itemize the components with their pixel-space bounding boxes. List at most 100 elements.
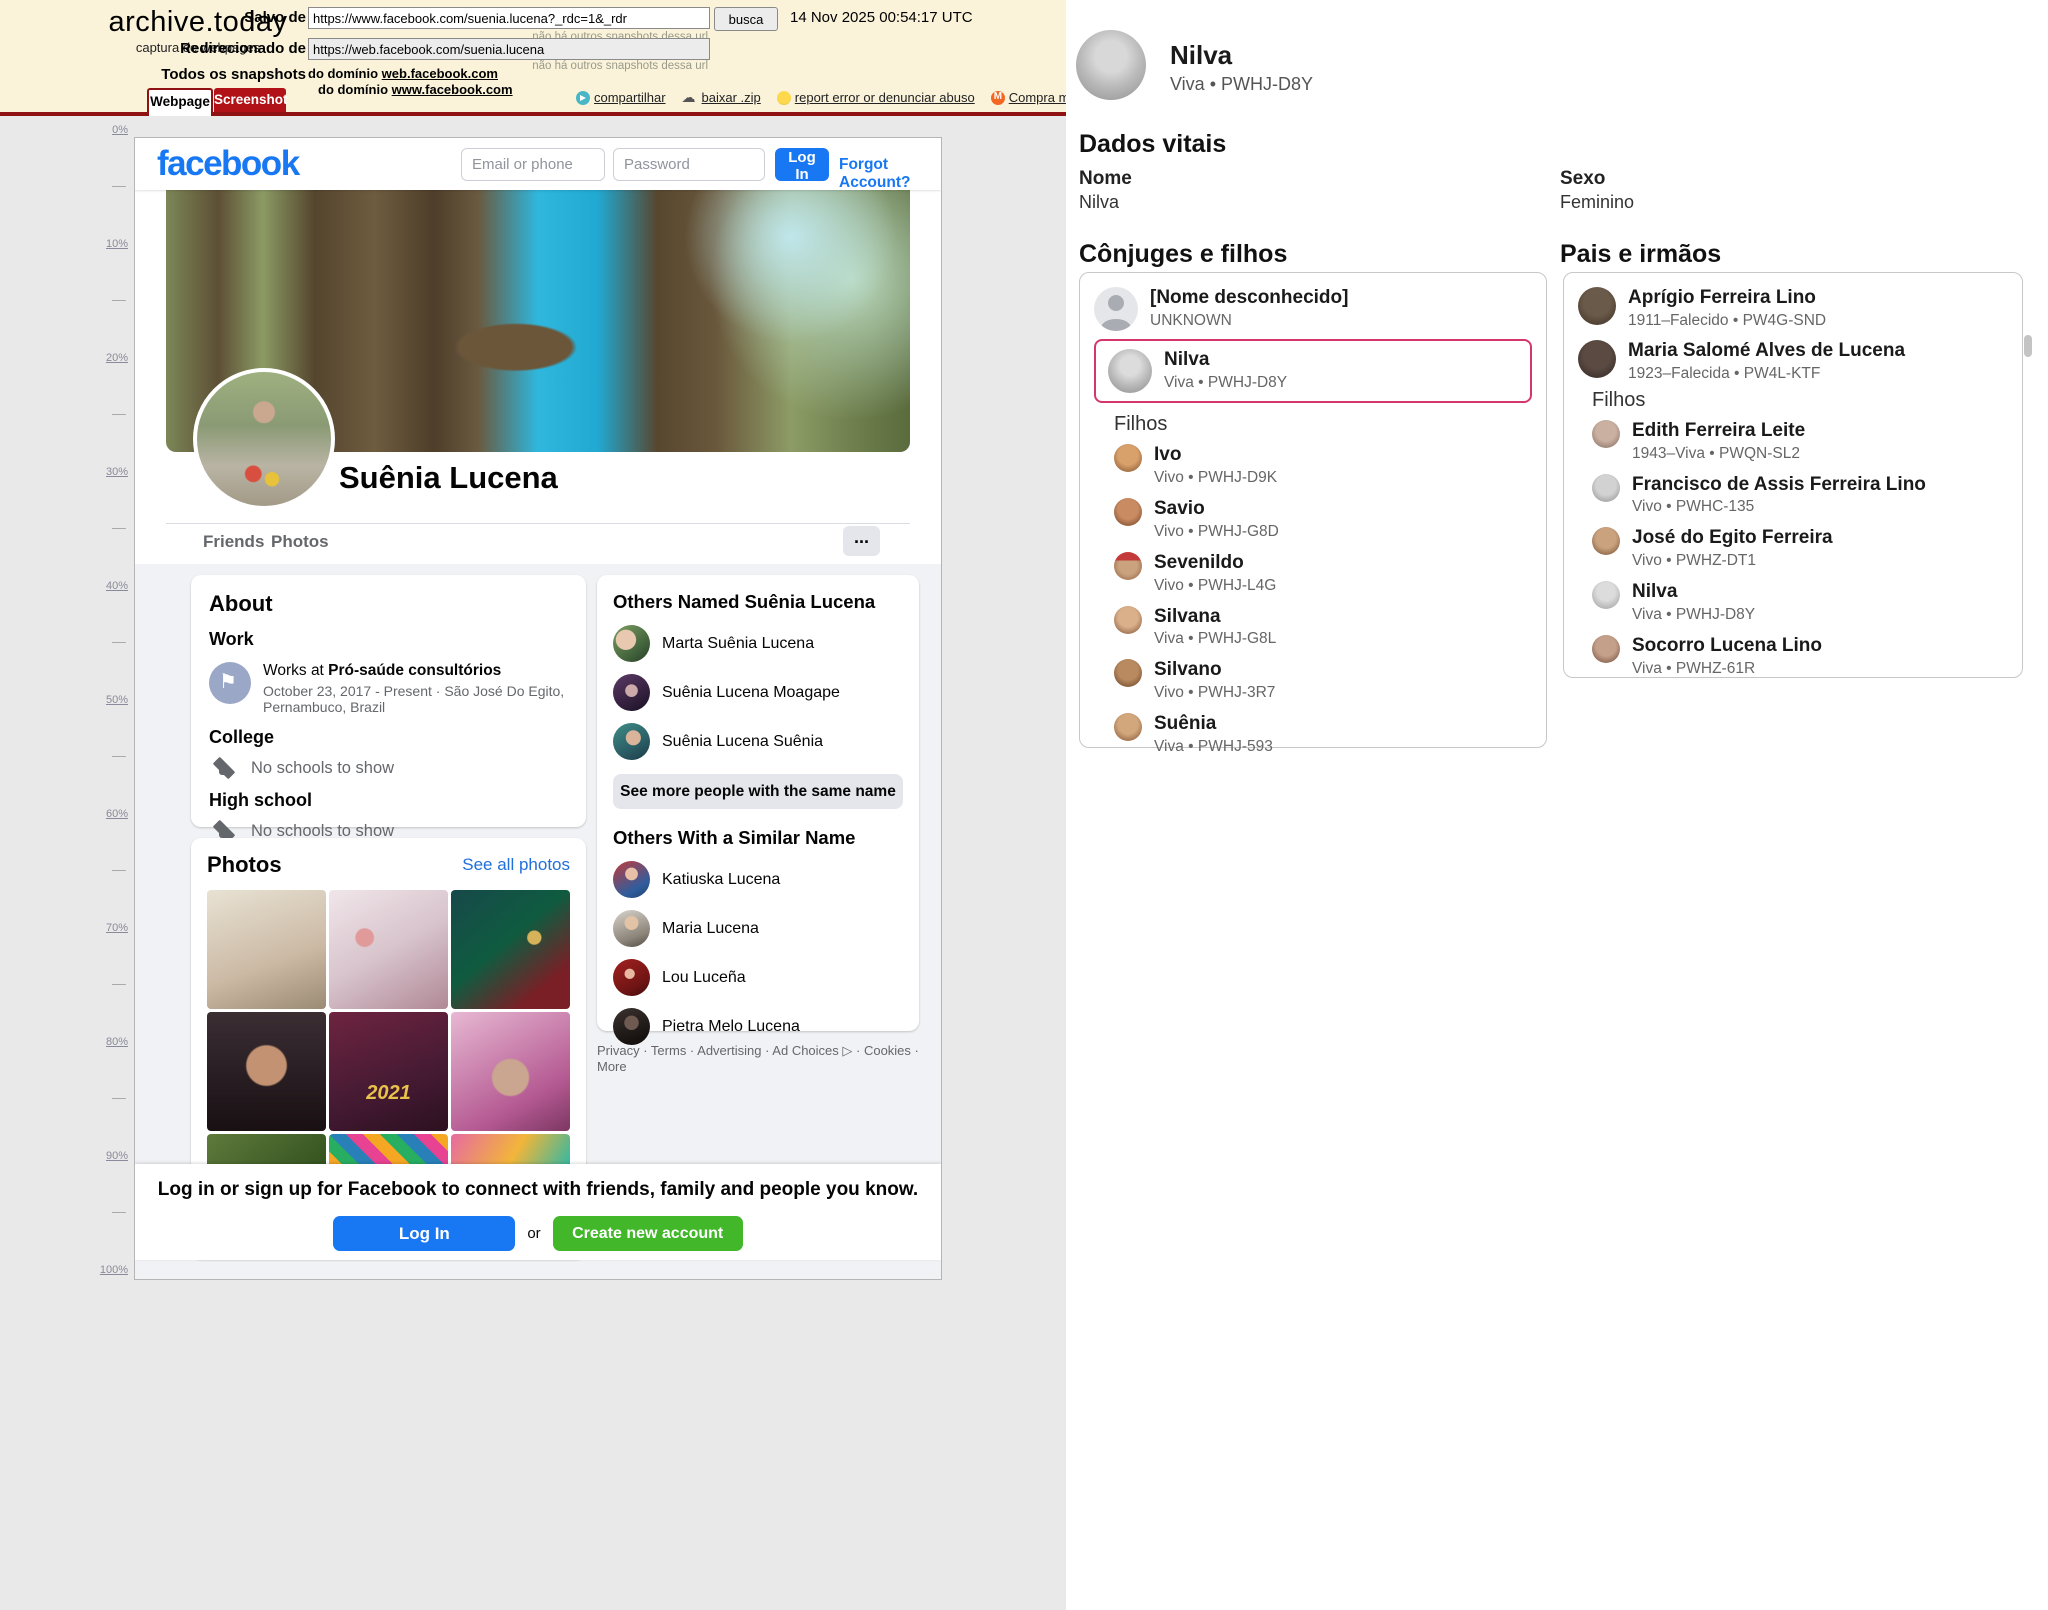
share-link[interactable]: compartilhar <box>576 90 666 105</box>
person-row[interactable]: Pietra Melo Lucena <box>613 1008 903 1045</box>
tab-screenshot[interactable]: Screenshot <box>214 88 288 112</box>
person-name: Nilva <box>1170 40 1233 70</box>
domain-line-1: do domínio web.facebook.com <box>308 66 498 81</box>
child-row[interactable]: Sevenildo Vivo • PWHJ-L4G <box>1114 551 1532 595</box>
more-options-button[interactable]: ... <box>843 526 880 556</box>
domain-prefix-2: do domínio <box>318 82 389 97</box>
ruler-80[interactable]: 80% <box>92 1036 128 1048</box>
photo-thumbnail[interactable]: 2021 <box>329 1012 448 1131</box>
snapshot-timestamp: 14 Nov 2025 00:54:17 UTC <box>790 9 973 26</box>
report-error-link[interactable]: report error or denunciar abuso <box>776 90 975 105</box>
banner-login-button[interactable]: Log In <box>333 1216 516 1251</box>
cloud-download-icon <box>682 89 698 106</box>
see-all-photos-link[interactable]: See all photos <box>462 855 570 875</box>
facebook-content-area: About Work Works at Pró-saúde consultóri… <box>135 564 941 1279</box>
genealogy-pane: Nilva Viva • PWHJ-D8Y Dados vitais Nome … <box>1066 0 2048 1610</box>
domain-link-www[interactable]: www.facebook.com <box>392 82 513 97</box>
ruler-10[interactable]: 10% <box>92 238 128 250</box>
work-flag-icon <box>209 662 251 704</box>
person-portrait[interactable] <box>1076 30 1146 100</box>
photo-thumbnail[interactable] <box>207 890 326 1009</box>
spouse-row[interactable]: [Nome desconhecido] UNKNOWN <box>1094 287 1532 331</box>
college-entry: No schools to show <box>209 756 568 780</box>
ruler-20[interactable]: 20% <box>92 352 128 364</box>
ruler-tick <box>112 984 126 985</box>
facebook-footer-links[interactable]: Privacy · Terms · Advertising · Ad Choic… <box>597 1043 927 1074</box>
child-row[interactable]: Suênia Viva • PWHJ-593 <box>1114 713 1532 756</box>
person-avatar <box>1592 581 1620 610</box>
person-row[interactable]: Lou Luceña <box>613 959 903 996</box>
ruler-tick <box>112 414 126 415</box>
sibling-row[interactable]: Francisco de Assis Ferreira Lino Vivo • P… <box>1592 473 2008 517</box>
child-row[interactable]: Silvana Viva • PWHJ-G8L <box>1114 605 1532 649</box>
person-row[interactable]: Marta Suênia Lucena <box>613 625 903 662</box>
work-entry[interactable]: Works at Pró-saúde consultórios October … <box>209 662 568 715</box>
photo-thumbnail[interactable] <box>451 890 570 1009</box>
sibling-row[interactable]: Nilva Viva • PWHJ-D8Y <box>1592 581 2008 624</box>
ruler-tick <box>112 1098 126 1099</box>
person-avatar <box>613 861 650 898</box>
work-line: Works at Pró-saúde consultórios <box>263 662 502 679</box>
login-button[interactable]: Log In <box>775 148 829 183</box>
work-employer: Pró-saúde consultórios <box>328 662 502 679</box>
login-banner: Log in or sign up for Facebook to connec… <box>135 1164 941 1260</box>
tab-friends[interactable]: Friends <box>203 532 264 552</box>
person-row[interactable]: Suênia Lucena Moagape <box>613 674 903 711</box>
child-row[interactable]: Silvano Vivo • PWHJ-3R7 <box>1114 659 1532 702</box>
saved-from-label: Salvo de <box>244 9 306 26</box>
ruler-50[interactable]: 50% <box>92 694 128 706</box>
ruler-0[interactable]: 0% <box>92 124 128 136</box>
person-avatar <box>1592 473 1620 502</box>
spouses-section-title: Cônjuges e filhos <box>1079 240 1288 268</box>
scrollbar-thumb[interactable] <box>2024 335 2032 357</box>
sibling-row[interactable]: José do Egito Ferreira Vivo • PWHZ-DT1 <box>1592 527 2008 570</box>
person-avatar <box>1578 339 1616 378</box>
siblings-label: Filhos <box>1592 388 1646 411</box>
saved-url-input[interactable] <box>308 7 710 29</box>
person-avatar <box>1592 419 1620 448</box>
sibling-row[interactable]: Socorro Lucena Lino Viva • PWHZ-61R <box>1592 635 2008 678</box>
father-row[interactable]: Aprígio Ferreira Lino 1911–Falecido • PW4… <box>1578 287 2008 330</box>
screenshot-root: archive.today captura de webpages Salvo … <box>0 0 2048 1610</box>
busca-button[interactable]: busca <box>714 7 778 31</box>
photo-thumbnail[interactable] <box>451 1012 570 1131</box>
redirected-from-label: Redirecionado de <box>180 40 306 57</box>
photo-thumbnail[interactable] <box>329 890 448 1009</box>
profile-picture[interactable] <box>193 368 335 510</box>
graduation-cap-icon <box>209 756 239 780</box>
redirect-url-input[interactable] <box>308 38 710 60</box>
person-avatar <box>613 910 650 947</box>
tab-webpage[interactable]: Webpage <box>147 88 213 116</box>
spouses-children-card: [Nome desconhecido] UNKNOWN Nilva Viva •… <box>1079 272 1547 755</box>
photos-title: Photos <box>207 852 282 877</box>
tab-photos[interactable]: Photos <box>271 532 329 552</box>
selected-person-row[interactable]: Nilva Viva • PWHJ-D8Y <box>1094 339 1532 403</box>
child-row[interactable]: Ivo Vivo • PWHJ-D9K <box>1114 444 1532 487</box>
photo-thumbnail[interactable] <box>207 1012 326 1131</box>
create-account-button[interactable]: Create new account <box>552 1216 743 1251</box>
ruler-90[interactable]: 90% <box>92 1150 128 1162</box>
download-zip-link[interactable]: baixar .zip <box>682 89 761 106</box>
forgot-account-link[interactable]: Forgot Account? <box>839 156 941 192</box>
ruler-100[interactable]: 100% <box>92 1264 128 1276</box>
see-more-button[interactable]: See more people with the same name <box>613 774 903 809</box>
share-icon <box>576 90 590 105</box>
person-row[interactable]: Maria Lucena <box>613 910 903 947</box>
person-avatar <box>1114 659 1142 688</box>
child-row[interactable]: Savio Vivo • PWHJ-G8D <box>1114 497 1532 541</box>
facebook-logo[interactable]: facebook <box>157 144 300 184</box>
domain-link-web[interactable]: web.facebook.com <box>382 66 498 81</box>
person-row[interactable]: Suênia Lucena Suênia <box>613 723 903 760</box>
ruler-70[interactable]: 70% <box>92 922 128 934</box>
ruler-40[interactable]: 40% <box>92 580 128 592</box>
password-field[interactable] <box>613 148 765 181</box>
sibling-row[interactable]: Edith Ferreira Leite 1943–Viva • PWQN-SL2 <box>1592 419 2008 463</box>
person-row[interactable]: Katiuska Lucena <box>613 861 903 898</box>
email-field[interactable] <box>461 148 605 181</box>
ruler-60[interactable]: 60% <box>92 808 128 820</box>
archive-pane: archive.today captura de webpages Salvo … <box>0 0 1105 1610</box>
mother-row[interactable]: Maria Salomé Alves de Lucena 1923–Falecid… <box>1578 339 2008 383</box>
person-avatar <box>613 625 650 662</box>
ruler-30[interactable]: 30% <box>92 466 128 478</box>
name-value: Nilva <box>1079 192 1120 212</box>
